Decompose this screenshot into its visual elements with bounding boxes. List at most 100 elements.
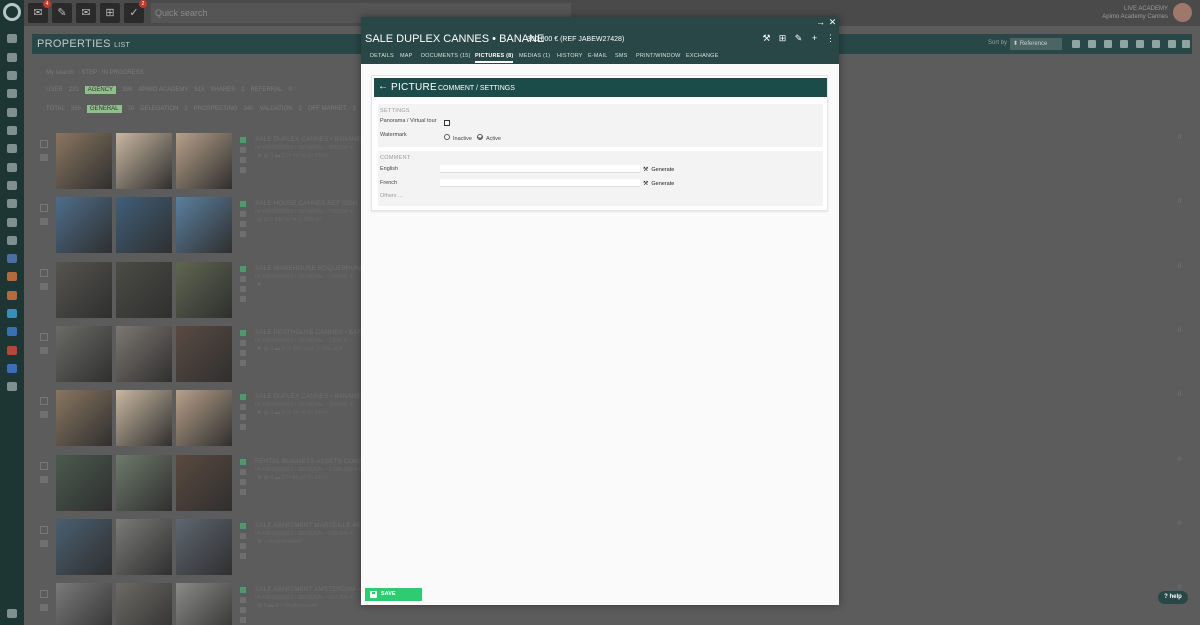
mail-button[interactable]: ✉ (76, 3, 96, 23)
like-count[interactable]: 0 (1178, 199, 1181, 205)
row-checkbox[interactable] (40, 140, 48, 148)
print-icon[interactable] (240, 617, 246, 624)
more-vertical-icon[interactable] (1182, 40, 1190, 48)
property-thumbnail[interactable] (116, 390, 172, 447)
tools-icon[interactable] (7, 199, 17, 208)
property-title[interactable]: RENTAL BUSINESS ASSETS CONTES (255, 458, 371, 465)
tab-documents[interactable]: DOCUMENTS (15) (421, 53, 471, 59)
contacts-icon[interactable] (7, 53, 17, 62)
property-title[interactable]: SALE DUPLEX CANNES • BANANE JA (255, 136, 370, 143)
print-icon[interactable] (240, 488, 246, 495)
home-icon[interactable] (240, 458, 246, 465)
cart-icon[interactable] (40, 539, 48, 547)
lock-icon[interactable] (7, 609, 17, 618)
property-thumbnail[interactable] (116, 518, 172, 575)
tab-pictures[interactable]: PICTURES (8) (475, 53, 514, 63)
property-thumbnail[interactable] (116, 325, 172, 382)
property-thumbnail[interactable] (176, 325, 232, 382)
property-thumbnail[interactable] (116, 261, 172, 318)
plus-icon[interactable] (1104, 40, 1112, 48)
row-checkbox[interactable] (40, 268, 48, 277)
watermark-active-radio[interactable] (477, 134, 483, 140)
play-icon[interactable] (7, 309, 17, 318)
close-icon[interactable]: ✕ (827, 17, 838, 28)
filter-chip[interactable]: AGENCY (84, 86, 117, 94)
pin-icon[interactable] (240, 478, 246, 485)
property-thumbnail[interactable] (56, 133, 112, 189)
filter-chip[interactable]: TOTAL (46, 106, 65, 112)
like-count[interactable]: 0 (1178, 264, 1181, 270)
row-checkbox[interactable] (40, 461, 48, 470)
save-button[interactable]: SAVE (365, 588, 422, 601)
like-count[interactable]: 0 (1178, 135, 1181, 141)
app-logo[interactable] (3, 3, 21, 21)
property-thumbnail[interactable] (176, 261, 232, 318)
like-count[interactable]: 0 (1178, 521, 1181, 527)
property-thumbnail[interactable] (176, 583, 232, 625)
save-icon[interactable] (1088, 40, 1096, 48)
property-thumbnail[interactable] (176, 454, 232, 511)
document-icon[interactable] (240, 339, 246, 346)
tab-history[interactable]: HISTORY (557, 53, 583, 59)
generate-french-button[interactable]: ⚒ Generate (643, 180, 674, 187)
property-thumbnail[interactable] (56, 197, 112, 254)
pin-icon[interactable] (240, 349, 246, 356)
watermark-inactive-radio[interactable] (444, 134, 450, 140)
filter-chip[interactable]: APIMO ACADEMY (138, 87, 188, 93)
property-thumbnail[interactable] (176, 518, 232, 575)
store-icon[interactable] (7, 181, 17, 190)
tab-details[interactable]: DETAILS (370, 53, 394, 59)
facebook-icon[interactable] (7, 327, 17, 336)
property-thumbnail[interactable] (56, 325, 112, 382)
tab-sms[interactable]: SMS (615, 53, 628, 59)
property-thumbnail[interactable] (56, 583, 112, 625)
tab-map[interactable]: MAP (400, 53, 413, 59)
english-comment-input[interactable] (440, 165, 640, 173)
filter-chip[interactable]: DELEGATION (140, 106, 178, 112)
home-icon[interactable] (240, 394, 246, 401)
property-thumbnail[interactable] (176, 197, 232, 254)
pin-icon[interactable] (240, 607, 246, 614)
back-arrow-icon[interactable]: ← (378, 81, 388, 92)
notifications-button[interactable]: ✉ 4 (28, 0, 51, 23)
cart-icon[interactable] (40, 475, 48, 483)
others-link[interactable]: Others ... (380, 193, 403, 199)
property-title[interactable]: SALE APARTMENT AMSTERDAM - MA (255, 586, 371, 593)
search-icon[interactable] (1120, 40, 1128, 48)
filter-chip[interactable]: USER (46, 87, 63, 93)
tab-print-window[interactable]: PRINT/WINDOW (636, 53, 681, 59)
tab-e-mail[interactable]: E-MAIL (588, 53, 608, 59)
pin-icon[interactable] (240, 414, 246, 421)
property-thumbnail[interactable] (116, 197, 172, 254)
cart-icon[interactable]: ⊞ (777, 32, 788, 44)
magic-wand-icon[interactable]: ⚒ (761, 32, 772, 44)
stats-icon[interactable] (7, 108, 17, 117)
likes-button[interactable]: ✓ 2 (124, 0, 147, 23)
pin-icon[interactable] (240, 157, 246, 163)
more-vertical-icon[interactable]: ⋮ (825, 32, 836, 44)
property-thumbnail[interactable] (116, 454, 172, 511)
help-button[interactable]: ? help (1158, 591, 1188, 604)
arrow-right-icon[interactable]: → (815, 17, 826, 28)
french-comment-input[interactable] (440, 179, 640, 187)
like-count[interactable]: 0 (1178, 328, 1181, 334)
settings-icon[interactable] (7, 382, 17, 391)
print-icon[interactable] (240, 231, 246, 238)
filter-chip[interactable]: VALUATION (259, 106, 292, 112)
property-title[interactable]: SALE WAREHOUSE ROQUEBRUNE-SU (255, 265, 375, 272)
map-icon[interactable] (1136, 40, 1144, 48)
pdf-icon[interactable] (7, 346, 17, 355)
property-thumbnail[interactable] (56, 518, 112, 575)
send-icon[interactable] (7, 126, 17, 135)
list-icon[interactable] (1168, 40, 1176, 48)
cart-icon[interactable] (40, 411, 48, 419)
document-icon[interactable] (240, 211, 246, 218)
bank-icon[interactable] (7, 254, 17, 263)
lock-icon[interactable] (1072, 40, 1080, 48)
pin-icon[interactable] (240, 285, 246, 292)
filter-chip[interactable]: PROSPECTING (194, 106, 238, 112)
property-thumbnail[interactable] (56, 390, 112, 447)
home-icon[interactable] (240, 587, 246, 594)
cart-icon[interactable] (40, 604, 48, 612)
property-thumbnail[interactable] (56, 261, 112, 318)
